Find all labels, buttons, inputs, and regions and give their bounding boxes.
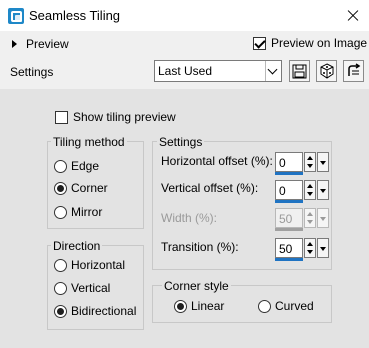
radio-curved-label: Curved <box>275 299 314 313</box>
show-tiling-preview-checkbox[interactable] <box>55 110 68 124</box>
radio-linear-button[interactable] <box>174 299 187 313</box>
vertical-offset-dropdown[interactable] <box>317 180 329 200</box>
horizontal-offset-label: Horizontal offset (%): <box>161 154 273 168</box>
radio-linear[interactable]: Linear <box>174 299 224 313</box>
title-bar: Seamless Tiling <box>0 0 369 31</box>
randomize-button[interactable] <box>316 60 337 82</box>
vertical-offset-input[interactable]: 0 <box>275 180 303 203</box>
radio-corner-button[interactable] <box>54 181 67 195</box>
radio-horizontal-label: Horizontal <box>71 258 126 272</box>
dice-icon <box>320 63 333 79</box>
width-stepper <box>304 208 316 228</box>
show-tiling-preview-label: Show tiling preview <box>73 110 176 124</box>
preview-label: Preview <box>26 37 69 51</box>
radio-curved-button[interactable] <box>258 299 271 313</box>
horizontal-offset-value: 0 <box>279 156 286 170</box>
app-icon <box>8 8 24 24</box>
width-spinner: 50 <box>275 208 329 231</box>
vertical-offset-slider-bar[interactable] <box>275 200 303 203</box>
transition-stepper[interactable] <box>304 238 316 258</box>
transition-label: Transition (%): <box>161 240 239 254</box>
horizontal-offset-spinner[interactable]: 0 <box>275 152 329 175</box>
radio-horizontal-button[interactable] <box>54 258 67 272</box>
radio-bidirectional-label: Bidirectional <box>71 304 137 318</box>
horizontal-offset-input[interactable]: 0 <box>275 152 303 175</box>
radio-edge[interactable]: Edge <box>54 159 99 173</box>
radio-bidirectional-button[interactable] <box>54 304 67 318</box>
width-label: Width (%): <box>161 211 218 225</box>
radio-linear-label: Linear <box>191 299 225 313</box>
corner-style-legend: Corner style <box>162 279 231 293</box>
radio-edge-button[interactable] <box>54 159 67 173</box>
horizontal-offset-dropdown[interactable] <box>317 152 329 172</box>
radio-vertical-button[interactable] <box>54 281 67 295</box>
vertical-offset-spinner[interactable]: 0 <box>275 180 329 203</box>
preset-value: Last Used <box>158 64 213 78</box>
vertical-offset-value: 0 <box>279 184 286 198</box>
save-preset-button[interactable] <box>289 60 310 82</box>
radio-bidirectional[interactable]: Bidirectional <box>54 304 136 318</box>
radio-mirror-button[interactable] <box>54 205 67 219</box>
horizontal-offset-slider-bar[interactable] <box>275 172 303 175</box>
show-tiling-preview-option[interactable]: Show tiling preview <box>55 110 176 124</box>
radio-horizontal[interactable]: Horizontal <box>54 258 125 272</box>
radio-vertical-label: Vertical <box>71 281 111 295</box>
preview-on-image-checkbox[interactable] <box>253 36 266 50</box>
settings-group-legend: Settings <box>157 135 205 149</box>
width-slider-bar <box>275 228 303 231</box>
transition-slider-bar[interactable] <box>275 258 303 261</box>
radio-curved[interactable]: Curved <box>258 299 314 313</box>
window-title: Seamless Tiling <box>29 8 121 23</box>
chevron-down-icon[interactable] <box>265 61 281 81</box>
radio-vertical[interactable]: Vertical <box>54 281 110 295</box>
direction-legend: Direction <box>51 239 103 253</box>
vertical-offset-label: Vertical offset (%): <box>161 181 259 195</box>
transition-dropdown[interactable] <box>317 238 329 258</box>
expand-arrow-icon <box>12 40 17 48</box>
preview-toggle[interactable]: Preview <box>12 37 69 51</box>
settings-label: Settings <box>10 65 54 79</box>
save-icon <box>292 64 307 79</box>
horizontal-offset-stepper[interactable] <box>304 152 316 172</box>
preview-on-image-label: Preview on Image <box>271 36 368 50</box>
width-dropdown <box>317 208 329 228</box>
close-button[interactable] <box>335 0 369 31</box>
radio-corner[interactable]: Corner <box>54 181 108 195</box>
transition-input[interactable]: 50 <box>275 238 303 261</box>
preview-on-image-option[interactable]: Preview on Image <box>253 36 367 50</box>
radio-edge-label: Edge <box>71 159 100 173</box>
reset-button[interactable] <box>343 60 364 82</box>
tiling-method-legend: Tiling method <box>51 135 127 149</box>
transition-value: 50 <box>279 242 293 256</box>
transition-spinner[interactable]: 50 <box>275 238 329 261</box>
radio-corner-label: Corner <box>71 181 108 195</box>
radio-mirror-label: Mirror <box>71 205 103 219</box>
vertical-offset-stepper[interactable] <box>304 180 316 200</box>
radio-mirror[interactable]: Mirror <box>54 205 102 219</box>
width-value: 50 <box>279 212 293 226</box>
width-input: 50 <box>275 208 303 231</box>
preset-dropdown[interactable]: Last Used <box>154 60 282 82</box>
reset-icon <box>347 63 360 76</box>
